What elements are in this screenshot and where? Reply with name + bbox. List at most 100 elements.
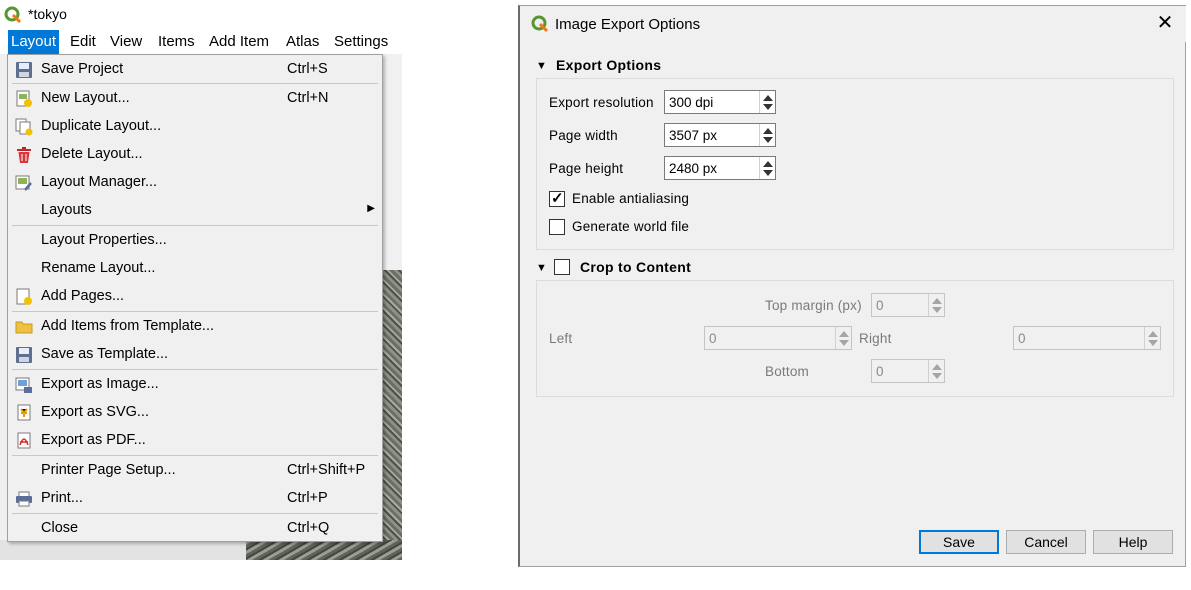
page-width-spinbox[interactable]: 3507 px bbox=[664, 123, 776, 147]
submenu-arrow-icon: ▶ bbox=[367, 203, 375, 214]
menu-edit-label: Edit bbox=[70, 33, 96, 50]
help-button[interactable]: Help bbox=[1093, 530, 1173, 554]
top-margin-label: Top margin (px) bbox=[765, 298, 862, 313]
spin-down-icon bbox=[1148, 340, 1158, 346]
spin-down-icon bbox=[763, 104, 773, 110]
left-margin-spinbox[interactable]: 0 bbox=[704, 326, 852, 350]
spin-arrows[interactable] bbox=[759, 124, 775, 146]
right-margin-value: 0 bbox=[1018, 331, 1026, 346]
menu-item-export-svg[interactable]: Export as SVG... bbox=[9, 399, 381, 427]
menu-item-printer-page-setup[interactable]: Printer Page Setup... Ctrl+Shift+P bbox=[9, 457, 381, 485]
spin-down-icon bbox=[763, 170, 773, 176]
menu-items-label: Items bbox=[158, 33, 195, 50]
spin-arrows[interactable] bbox=[1144, 327, 1160, 349]
spin-arrows[interactable] bbox=[759, 91, 775, 113]
spin-arrows[interactable] bbox=[928, 360, 944, 382]
menu-items[interactable]: Items bbox=[155, 30, 198, 54]
save-button[interactable]: Save bbox=[919, 530, 999, 554]
cancel-button[interactable]: Cancel bbox=[1006, 530, 1086, 554]
spin-up-icon bbox=[839, 331, 849, 337]
antialiasing-checkbox[interactable]: ✓ bbox=[549, 190, 565, 207]
menu-layout-label: Layout bbox=[11, 33, 57, 50]
spin-arrows[interactable] bbox=[928, 294, 944, 316]
export-resolution-label: Export resolution bbox=[549, 95, 654, 110]
spin-arrows[interactable] bbox=[759, 157, 775, 179]
window-title: *tokyo bbox=[28, 6, 67, 22]
layout-manager-icon bbox=[15, 174, 33, 192]
left-margin-label: Left bbox=[549, 331, 573, 346]
spin-down-icon bbox=[932, 373, 942, 379]
right-margin-spinbox[interactable]: 0 bbox=[1013, 326, 1161, 350]
folder-icon bbox=[15, 318, 33, 336]
menu-item-label: Layout Properties... bbox=[41, 232, 167, 248]
world-file-checkbox[interactable] bbox=[549, 219, 565, 235]
image-export-options-dialog: Image Export Options ✕ ▼ Export Options … bbox=[518, 5, 1186, 567]
menu-item-label: New Layout... bbox=[41, 90, 130, 106]
menu-item-label: Print... bbox=[41, 490, 83, 506]
menu-add-item[interactable]: Add Item bbox=[206, 30, 272, 54]
menu-item-export-pdf[interactable]: Export as PDF... bbox=[9, 427, 381, 455]
spin-down-icon bbox=[839, 340, 849, 346]
menu-item-shortcut: Ctrl+N bbox=[287, 90, 329, 106]
menu-item-export-image[interactable]: Export as Image... bbox=[9, 371, 381, 399]
menu-item-layouts-submenu[interactable]: Layouts ▶ bbox=[9, 197, 381, 225]
menu-separator bbox=[12, 83, 378, 84]
dialog-title: Image Export Options bbox=[555, 16, 701, 33]
menu-item-close[interactable]: Close Ctrl+Q bbox=[9, 515, 381, 543]
crop-to-content-header[interactable]: ▼ Crop to Content bbox=[536, 259, 736, 279]
menu-item-label: Close bbox=[41, 520, 79, 536]
menu-edit[interactable]: Edit bbox=[67, 30, 99, 54]
close-button[interactable]: ✕ bbox=[1154, 12, 1176, 34]
export-svg-icon bbox=[15, 404, 33, 422]
page-height-spinbox[interactable]: 2480 px bbox=[664, 156, 776, 180]
add-pages-icon bbox=[15, 288, 33, 306]
spin-down-icon bbox=[932, 307, 942, 313]
menu-atlas[interactable]: Atlas bbox=[283, 30, 322, 54]
menu-view[interactable]: View bbox=[107, 30, 145, 54]
menu-view-label: View bbox=[110, 33, 143, 50]
export-resolution-value: 300 dpi bbox=[669, 95, 714, 110]
menu-item-delete-layout[interactable]: Delete Layout... bbox=[9, 141, 381, 169]
menu-separator bbox=[12, 369, 378, 370]
spin-up-icon bbox=[1148, 331, 1158, 337]
crop-to-content-checkbox[interactable] bbox=[554, 259, 570, 275]
menu-item-print[interactable]: Print... Ctrl+P bbox=[9, 485, 381, 513]
bottom-margin-label: Bottom bbox=[765, 364, 809, 379]
menu-separator bbox=[12, 455, 378, 456]
top-margin-spinbox[interactable]: 0 bbox=[871, 293, 945, 317]
menu-item-label: Export as Image... bbox=[41, 376, 159, 392]
menu-item-label: Layout Manager... bbox=[41, 174, 158, 190]
menu-item-add-pages[interactable]: Add Pages... bbox=[9, 283, 381, 311]
menu-item-rename-layout[interactable]: Rename Layout... bbox=[9, 255, 381, 283]
spin-arrows[interactable] bbox=[835, 327, 851, 349]
checkmark-icon: ✓ bbox=[551, 190, 564, 207]
spin-up-icon bbox=[763, 95, 773, 101]
menu-item-layout-manager[interactable]: Layout Manager... bbox=[9, 169, 381, 197]
page-height-value: 2480 px bbox=[669, 161, 718, 176]
export-options-title: Export Options bbox=[556, 57, 662, 73]
layout-menu: Save Project Ctrl+S New Layout... Ctrl+N… bbox=[7, 54, 383, 542]
menu-item-layout-properties[interactable]: Layout Properties... bbox=[9, 227, 381, 255]
menu-item-label: Rename Layout... bbox=[41, 260, 156, 276]
menu-item-save-as-template[interactable]: Save as Template... bbox=[9, 341, 381, 369]
menu-add-item-label: Add Item bbox=[209, 33, 270, 50]
menu-item-add-items-from-template[interactable]: Add Items from Template... bbox=[9, 313, 381, 341]
bottom-margin-value: 0 bbox=[876, 364, 884, 379]
bottom-margin-spinbox[interactable]: 0 bbox=[871, 359, 945, 383]
world-file-label: Generate world file bbox=[572, 219, 690, 234]
page-height-label: Page height bbox=[549, 161, 624, 176]
spin-up-icon bbox=[763, 128, 773, 134]
menu-item-duplicate-layout[interactable]: Duplicate Layout... bbox=[9, 113, 381, 141]
collapse-triangle-icon: ▼ bbox=[536, 262, 548, 274]
menu-settings[interactable]: Settings bbox=[331, 30, 391, 54]
menu-item-new-layout[interactable]: New Layout... Ctrl+N bbox=[9, 85, 381, 113]
right-margin-label: Right bbox=[859, 331, 892, 346]
spin-up-icon bbox=[932, 364, 942, 370]
antialiasing-label: Enable antialiasing bbox=[572, 191, 690, 206]
menu-item-label: Add Pages... bbox=[41, 288, 125, 304]
menu-layout[interactable]: Layout bbox=[8, 30, 60, 54]
crop-to-content-group: Top margin (px) 0 Left 0 Right 0 Bottom … bbox=[536, 280, 1174, 397]
export-resolution-spinbox[interactable]: 300 dpi bbox=[664, 90, 776, 114]
menu-separator bbox=[12, 225, 378, 226]
menu-item-save-project[interactable]: Save Project Ctrl+S bbox=[9, 56, 381, 84]
